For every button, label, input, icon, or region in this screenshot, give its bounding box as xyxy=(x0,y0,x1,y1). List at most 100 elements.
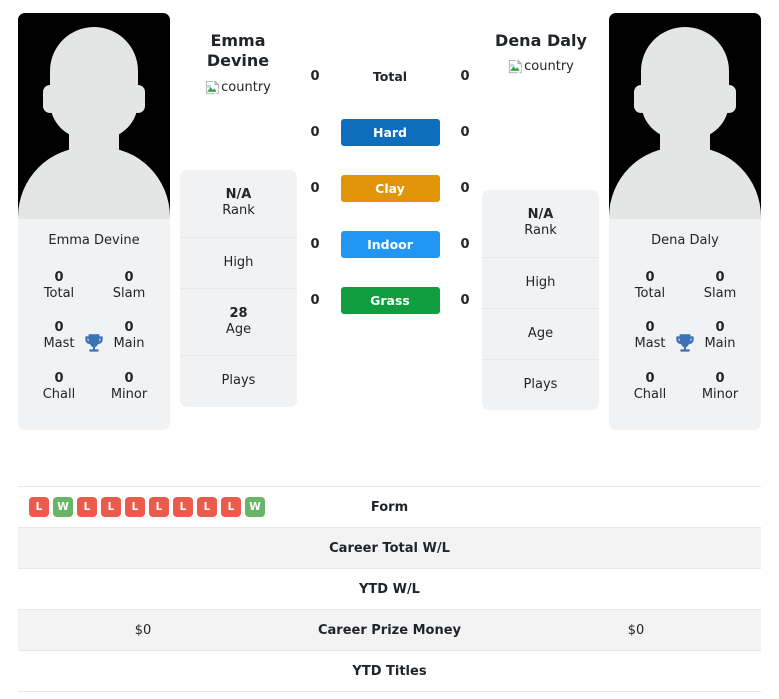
info-label: Plays xyxy=(523,377,558,392)
surface-value-right: 0 xyxy=(460,236,470,252)
surface-label-total: Total xyxy=(372,68,408,84)
form-badges-left: LWLLLLLLLW xyxy=(18,497,268,517)
stat-value: 0 xyxy=(645,370,655,386)
surface-value-right: 0 xyxy=(460,180,470,196)
player-comparison-page: Emma Devine 0 Total 0 Slam 0 Mast 0 Main xyxy=(0,0,779,699)
table-row: YTD W/L xyxy=(18,569,761,610)
player-country-left: country xyxy=(205,80,271,95)
player-name-left: Emma Devine xyxy=(206,31,270,71)
surface-value-right: 0 xyxy=(460,68,470,84)
stat-value: 0 xyxy=(124,269,134,285)
info-label: Age xyxy=(527,325,554,341)
table-row-label: YTD Titles xyxy=(352,663,427,679)
comparison-table: LWLLLLLLLW Form Career Total W/L YTD W/L… xyxy=(18,486,761,692)
surface-row-grass: 0 Grass 0 xyxy=(305,286,475,314)
form-badge[interactable]: W xyxy=(245,497,265,517)
avatar-placeholder-icon xyxy=(609,23,761,219)
table-cell-right: $0 xyxy=(627,622,645,638)
info-row-high: High xyxy=(482,258,599,309)
form-badge[interactable]: L xyxy=(221,497,241,517)
form-badge[interactable]: L xyxy=(197,497,217,517)
table-cell-left: $0 xyxy=(134,622,152,638)
stat-label: Chall xyxy=(42,386,76,402)
trophy-icon xyxy=(85,334,103,352)
stat-cell: 0 Total xyxy=(615,261,685,312)
stat-cell: 0 Slam xyxy=(94,261,164,312)
surface-value-left: 0 xyxy=(310,236,320,252)
stat-cell: 0 Chall xyxy=(615,362,685,413)
stat-label: Minor xyxy=(701,386,739,402)
info-row-age: 28 Age xyxy=(180,289,297,357)
player-photo-card-right[interactable]: Dena Daly 0 Total 0 Slam 0 Mast 0 Main 0… xyxy=(609,13,761,431)
table-row: LWLLLLLLLW Form xyxy=(18,487,761,528)
stat-label: Minor xyxy=(110,386,148,402)
player-country-label-left: country xyxy=(221,79,271,95)
trophy-icon xyxy=(676,334,694,352)
broken-image-icon xyxy=(509,59,523,75)
form-badge[interactable]: W xyxy=(53,497,73,517)
form-badge[interactable]: L xyxy=(125,497,145,517)
form-badge[interactable]: L xyxy=(29,497,49,517)
form-badge[interactable]: L xyxy=(77,497,97,517)
surface-row-hard: 0 Hard 0 xyxy=(305,118,475,146)
table-row: $0 Career Prize Money $0 xyxy=(18,610,761,651)
stat-cell: 0 Slam xyxy=(685,261,755,312)
table-row-label: Career Total W/L xyxy=(329,540,450,556)
info-label: Rank xyxy=(222,203,255,219)
table-row: Career Total W/L xyxy=(18,528,761,569)
player-photo-caption-left: Emma Devine xyxy=(48,233,140,248)
info-row-age: Age xyxy=(482,309,599,360)
form-badge[interactable]: L xyxy=(101,497,121,517)
stat-cell: 0 Minor xyxy=(94,362,164,413)
info-label: Age xyxy=(225,322,252,337)
stat-label: Slam xyxy=(703,285,737,301)
surface-comparison-column: 0 Total 0 0 Hard 0 0 Clay 0 0 Indoor 0 0 xyxy=(305,62,475,314)
surface-badge-clay[interactable]: Clay xyxy=(340,174,440,202)
info-label: Plays xyxy=(221,373,256,389)
stat-label: Total xyxy=(634,285,666,301)
stat-cell: 0 Total xyxy=(24,261,94,312)
info-row-plays: Plays xyxy=(482,360,599,410)
surface-value-left: 0 xyxy=(310,68,320,84)
stat-value: 0 xyxy=(715,269,725,285)
surface-row-indoor: 0 Indoor 0 xyxy=(305,230,475,258)
player-info-panel-right: N/A Rank High Age Plays xyxy=(482,190,599,411)
info-row-plays: Plays xyxy=(180,356,297,406)
stat-label: Total xyxy=(43,285,75,301)
surface-value-right: 0 xyxy=(460,292,470,308)
table-row-label: YTD W/L xyxy=(359,581,420,597)
broken-image-icon xyxy=(206,80,220,95)
surface-badge-grass[interactable]: Grass xyxy=(340,286,440,314)
stat-cell: 0 Chall xyxy=(24,362,94,413)
player-country-right: country xyxy=(508,59,574,75)
table-row: YTD Titles xyxy=(18,651,761,692)
info-value: N/A xyxy=(527,207,554,222)
stat-cell: 0 Minor xyxy=(685,362,755,413)
surface-value-right: 0 xyxy=(460,124,470,140)
info-label: High xyxy=(223,254,254,270)
player-photo-caption-right: Dena Daly xyxy=(651,233,719,248)
comparison-area: Emma Devine 0 Total 0 Slam 0 Mast 0 Main xyxy=(0,0,779,485)
table-row-label: Career Prize Money xyxy=(317,622,461,638)
surface-row-clay: 0 Clay 0 xyxy=(305,174,475,202)
player-photo-card-left[interactable]: Emma Devine 0 Total 0 Slam 0 Mast 0 Main xyxy=(18,13,170,431)
surface-value-left: 0 xyxy=(310,180,320,196)
stat-value: 0 xyxy=(645,269,655,285)
surface-badge-indoor[interactable]: Indoor xyxy=(340,230,440,258)
player-name-block-right: Dena Daly country xyxy=(481,31,601,78)
form-badge[interactable]: L xyxy=(149,497,169,517)
surface-badge-hard[interactable]: Hard xyxy=(340,118,440,146)
form-badge[interactable]: L xyxy=(173,497,193,517)
table-row-label: Form xyxy=(370,499,409,515)
stat-value: 0 xyxy=(54,269,64,285)
player-photo-left xyxy=(18,13,170,219)
surface-row-total: 0 Total 0 xyxy=(305,62,475,90)
avatar-placeholder-icon xyxy=(18,23,170,219)
stat-value: 0 xyxy=(54,370,64,386)
surface-value-left: 0 xyxy=(310,124,320,140)
player-stat-grid-right: 0 Total 0 Slam 0 Mast 0 Main 0 Chall 0 M… xyxy=(609,259,761,431)
info-row-high: High xyxy=(180,238,297,289)
info-label: High xyxy=(525,274,556,290)
info-label: Rank xyxy=(524,223,557,239)
info-row-rank: N/A Rank xyxy=(180,170,297,238)
